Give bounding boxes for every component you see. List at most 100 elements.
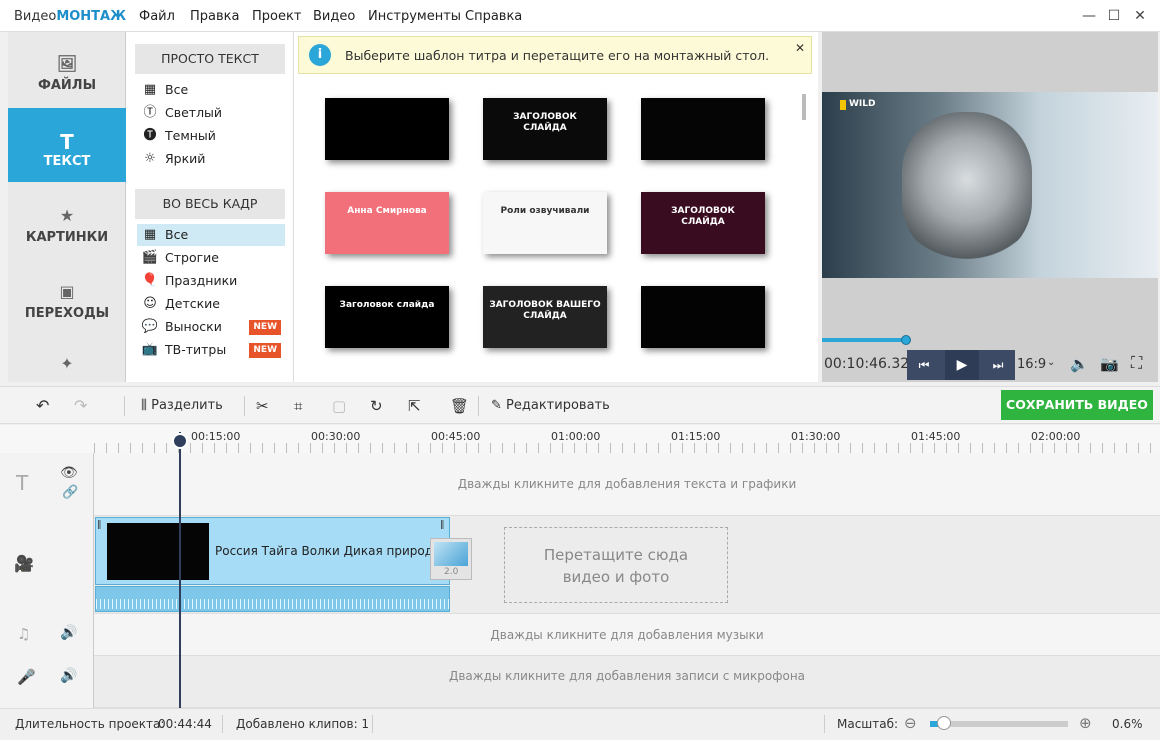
sun-icon: ☼ (144, 151, 156, 166)
clip-handle-right[interactable]: ‖ (440, 520, 445, 530)
crop-icon[interactable]: ⌗ (294, 395, 302, 417)
video-clip[interactable]: Россия Тайга Волки Дикая природа I ‖ ‖ (95, 517, 450, 585)
eye-icon[interactable]: 👁 (60, 465, 78, 481)
star-icon: ★ (59, 206, 75, 225)
info-text: Выберите шаблон титра и перетащите его н… (345, 48, 770, 63)
zoom-in-icon[interactable]: ⊕ (1079, 714, 1092, 732)
seek-bar[interactable] (822, 338, 1158, 342)
duration-value: 00:44:44 (158, 717, 212, 731)
menu-file[interactable]: Файл (139, 9, 175, 24)
resize-icon[interactable]: ⇱ (408, 395, 421, 417)
close-window-button[interactable]: ✕ (1129, 6, 1151, 26)
light-text-icon: Ⓣ (143, 105, 157, 120)
section-fullframe: ВО ВЕСЬ КАДР (135, 189, 285, 219)
template-thumbnail[interactable] (325, 98, 449, 160)
prev-frame-button[interactable]: ⏮ (907, 350, 941, 380)
nav-transitions[interactable]: ▣ ПЕРЕХОДЫ (8, 260, 126, 334)
nav-pictures[interactable]: ★ КАРТИНКИ (8, 184, 126, 258)
clip-thumbnail (107, 523, 209, 580)
zoom-out-icon[interactable]: ⊖ (904, 714, 917, 732)
menu-video[interactable]: Видео (313, 9, 355, 24)
link-icon[interactable]: 🔗 (62, 485, 78, 500)
nav-effects[interactable]: ✦ (8, 336, 126, 382)
template-thumbnail[interactable]: Анна Смирнова (325, 192, 449, 254)
clip-audio-waveform[interactable] (95, 586, 450, 612)
ruler-label: 02:00:00 (1031, 430, 1081, 443)
template-thumbnail[interactable] (641, 98, 765, 160)
cat-dark[interactable]: 🅣 Темный (137, 125, 285, 147)
volume-icon[interactable]: 🔊 (60, 668, 77, 684)
scrollbar-thumb[interactable] (802, 94, 806, 120)
cat-label: Праздники (165, 273, 238, 288)
track-header: T 👁 🔗 (0, 453, 94, 516)
drop-zone[interactable]: Перетащите сюда видео и фото (504, 527, 728, 603)
template-title: Заголовок слайда (339, 300, 435, 310)
template-thumbnail[interactable]: Заголовок слайда (325, 286, 449, 348)
next-frame-button[interactable]: ⏭ (981, 350, 1015, 380)
clip-handle-left[interactable]: ‖ (97, 520, 102, 530)
template-thumbnail[interactable]: ЗАГОЛОВОК ВАШЕГО СЛАЙДА (483, 286, 607, 348)
cat-callouts[interactable]: 💬 Выноски NEW (137, 316, 285, 338)
zoom-value: 0.6% (1112, 717, 1143, 731)
maximize-button[interactable]: ☐ (1103, 6, 1125, 26)
zoom-handle[interactable] (936, 716, 951, 730)
play-button[interactable]: ▶ (945, 350, 979, 380)
menu-tools[interactable]: Инструменты (368, 9, 461, 24)
nav-label: ПЕРЕХОДЫ (24, 306, 110, 321)
menu-project[interactable]: Проект (252, 9, 301, 24)
text-track-icon: T (16, 471, 29, 495)
cat-kids[interactable]: ☺ Детские (137, 293, 285, 315)
text-track[interactable]: T 👁 🔗 Дважды кликните для добавления тек… (0, 453, 1160, 516)
template-thumbnail[interactable]: ЗАГОЛОВОК СЛАЙДА (483, 98, 607, 160)
divider (222, 715, 223, 733)
playhead-line (179, 432, 181, 708)
chevron-down-icon[interactable]: ⌄ (1047, 357, 1055, 368)
cat-bright[interactable]: ☼ Яркий (137, 148, 285, 170)
volume-icon[interactable]: 🔈 (1070, 355, 1089, 373)
frame-icon[interactable]: ▢ (332, 395, 346, 417)
info-close-button[interactable]: ✕ (795, 41, 805, 55)
template-thumbnail[interactable]: Роли озвучивали (483, 192, 607, 254)
divider (244, 396, 245, 416)
cat-all-fullframe[interactable]: ▦ Все (137, 224, 285, 246)
trash-icon[interactable]: 🗑 (450, 395, 469, 417)
ruler-label: 01:00:00 (551, 430, 601, 443)
cat-label: Светлый (165, 105, 223, 120)
grid-icon: ▦ (143, 82, 157, 97)
seek-handle[interactable] (901, 335, 911, 345)
cat-all-plain[interactable]: ▦ Все (137, 79, 285, 101)
magic-wand-icon: ✦ (60, 354, 74, 373)
cat-strict[interactable]: 🎬 Строгие (137, 247, 285, 269)
nav-text[interactable]: T ТЕКСТ (8, 108, 126, 182)
cat-light[interactable]: Ⓣ Светлый (137, 102, 285, 124)
cat-tv-titles[interactable]: 📺 ТВ-титры NEW (137, 339, 285, 361)
nav-files[interactable]: 🖼 ФАЙЛЫ (8, 32, 126, 106)
rotate-icon[interactable]: ↻ (370, 395, 383, 417)
cat-holidays[interactable]: 🎈 Праздники (137, 270, 285, 292)
template-thumbnail[interactable]: ЗАГОЛОВОК СЛАЙДА (641, 192, 765, 254)
music-track[interactable]: ♫ 🔊 Дважды кликните для добавления музык… (0, 614, 1160, 656)
camera-icon[interactable]: 📷 (1100, 355, 1119, 373)
save-video-button[interactable]: СОХРАНИТЬ ВИДЕО (1001, 390, 1153, 420)
aspect-select[interactable]: 16:9 (1017, 357, 1046, 372)
cat-label: ТВ-титры (165, 342, 227, 357)
fullscreen-icon[interactable]: ⛶ (1131, 353, 1142, 373)
ruler-label: 00:45:00 (431, 430, 481, 443)
redo-icon[interactable]: ↷ (74, 395, 87, 417)
edit-button[interactable]: ✎ Редактировать (491, 395, 610, 417)
menu-help[interactable]: Справка (465, 9, 522, 24)
template-thumbnail[interactable] (641, 286, 765, 348)
section-plain-text: ПРОСТО ТЕКСТ (135, 44, 285, 74)
kid-face-icon: ☺ (143, 296, 157, 311)
menu-edit[interactable]: Правка (190, 9, 239, 24)
volume-icon[interactable]: 🔊 (60, 625, 77, 641)
divider (824, 715, 825, 733)
minimize-button[interactable]: — (1078, 6, 1100, 26)
transition-block[interactable]: 2.0 (430, 538, 472, 580)
playhead-handle[interactable] (172, 433, 188, 449)
scissors-icon[interactable]: ✂ (256, 395, 269, 417)
drop-hint: Перетащите сюда видео и фото (543, 546, 689, 586)
undo-icon[interactable]: ↶ (36, 395, 49, 417)
split-button[interactable]: ⫼ Разделить (141, 395, 223, 417)
mic-track[interactable]: 🎤 🔊 Дважды кликните для добавления запис… (0, 656, 1160, 708)
